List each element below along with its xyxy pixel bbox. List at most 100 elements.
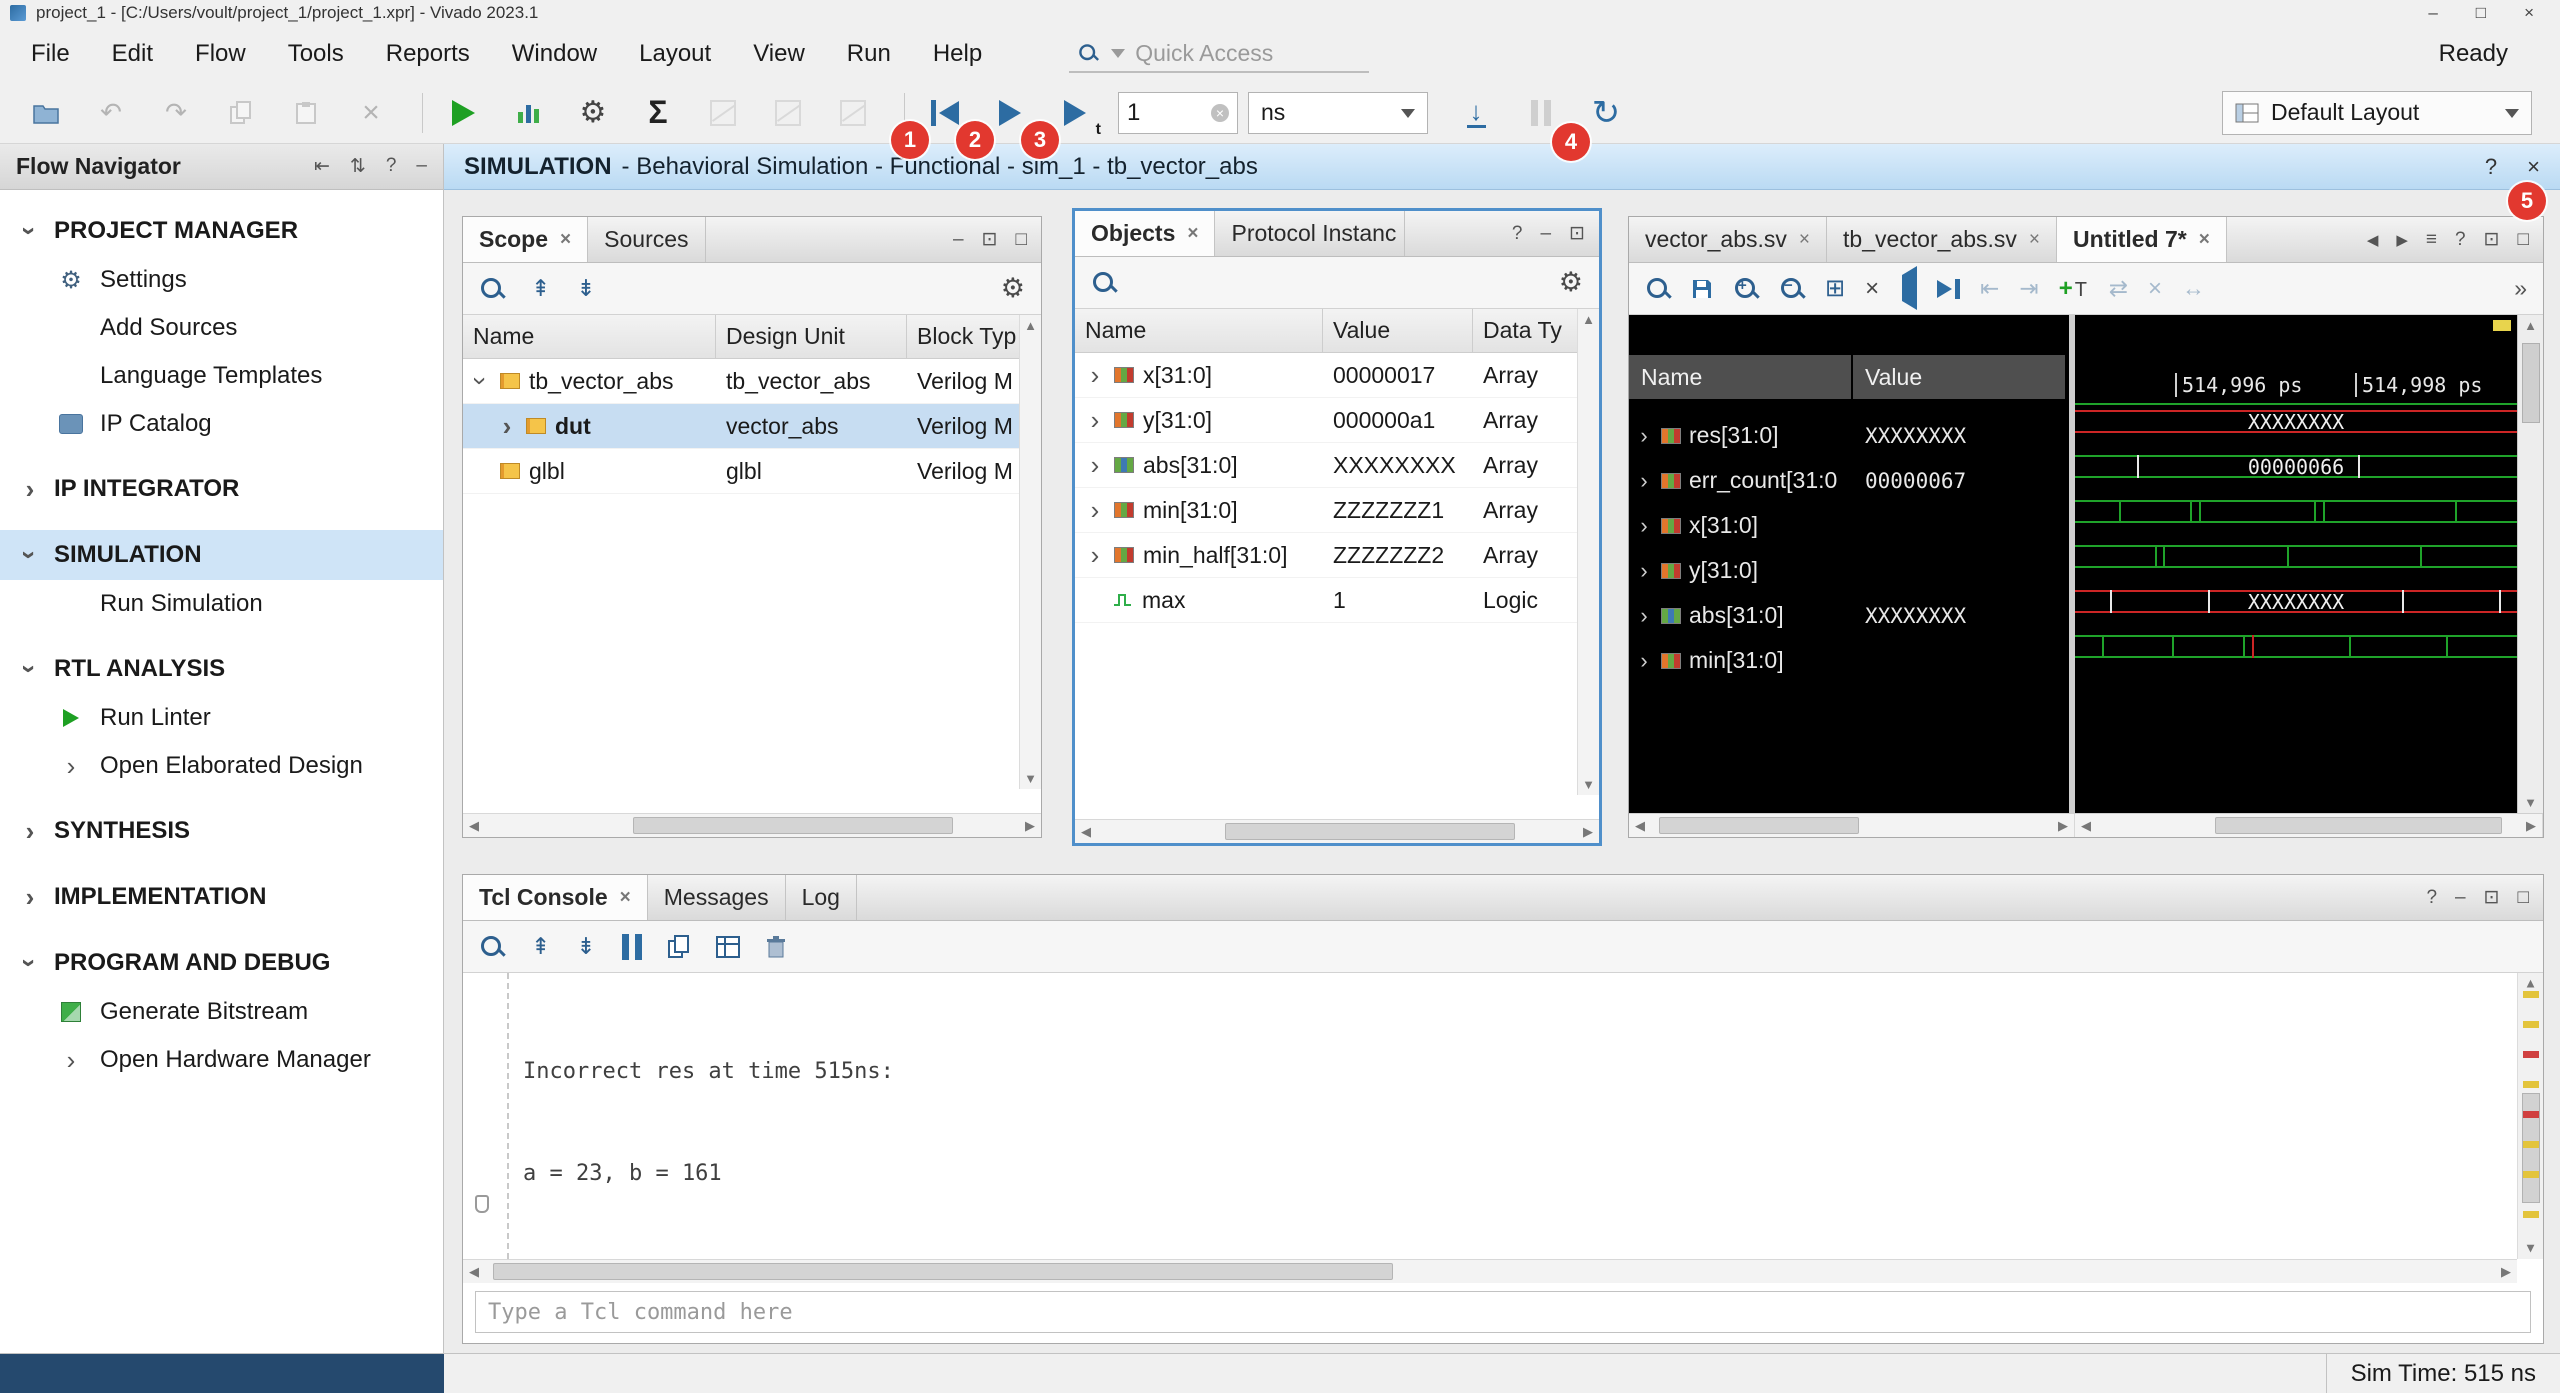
minimize-panel-icon[interactable]: – (1541, 223, 1552, 245)
wave-signal-row[interactable]: ›abs[31:0] XXXXXXXX (1629, 593, 2069, 638)
goto-time-end-icon[interactable] (1937, 279, 1960, 299)
time-unit-select[interactable]: ns (1248, 92, 1428, 134)
table-row[interactable]: › glbl glbl Verilog M (463, 449, 1041, 494)
run-flow-icon[interactable] (441, 91, 485, 135)
expand-all-icon[interactable]: ⇟ (576, 933, 595, 960)
add-marker-icon[interactable]: + (2059, 275, 2089, 303)
sidebar-item-open-elaborated-design[interactable]: › Open Elaborated Design (0, 742, 443, 790)
section-rtl-analysis[interactable]: › RTL ANALYSIS (0, 644, 443, 694)
menu-layout[interactable]: Layout (618, 33, 732, 75)
wave-signal-row[interactable]: ›y[31:0] (1629, 548, 2069, 593)
search-icon[interactable] (479, 934, 505, 960)
zoom-fit-icon[interactable]: ⊞ (1825, 274, 1845, 303)
goto-time-start-icon[interactable] (1899, 275, 1917, 302)
more-tools-icon[interactable]: » (2514, 275, 2527, 302)
menu-flow[interactable]: Flow (174, 33, 267, 75)
wave-column-value[interactable]: Value (1853, 355, 2067, 399)
chevron-right-icon[interactable]: › (1635, 558, 1653, 584)
help-icon[interactable]: ? (2485, 154, 2497, 180)
search-icon[interactable] (1645, 276, 1671, 302)
sidebar-item-run-simulation[interactable]: Run Simulation (0, 580, 443, 628)
marker-flag-icon[interactable] (2493, 320, 2511, 331)
horizontal-scrollbar[interactable]: ◀▶ (2075, 814, 2543, 837)
float-panel-icon[interactable]: ⊡ (1569, 222, 1585, 245)
tab-list-icon[interactable]: ≡ (2426, 229, 2437, 251)
sort-icon[interactable]: ⇅ (350, 155, 366, 178)
menu-reports[interactable]: Reports (365, 33, 491, 75)
table-row[interactable]: max 1 Logic (1075, 578, 1599, 623)
layout-selector[interactable]: Default Layout (2222, 91, 2532, 135)
column-name[interactable]: Name (463, 315, 716, 358)
close-icon[interactable]: × (2029, 229, 2040, 251)
help-icon[interactable]: ? (386, 155, 397, 178)
tab-untitled-7[interactable]: Untitled 7* × (2057, 217, 2227, 262)
wave-signal-row[interactable]: ›res[31:0] XXXXXXXX (1629, 413, 2069, 458)
wave-signal-row[interactable]: ›x[31:0] (1629, 503, 2069, 548)
chevron-right-icon[interactable]: › (1635, 603, 1653, 629)
expand-all-icon[interactable]: ⇟ (576, 275, 595, 302)
table-row[interactable]: ›y[31:0] 000000a1 Array (1075, 398, 1599, 443)
prev-transition-icon[interactable]: ⇤ (1980, 275, 1999, 302)
close-icon[interactable]: × (2199, 229, 2210, 251)
table-row[interactable]: ›abs[31:0] XXXXXXXX Array (1075, 443, 1599, 488)
chevron-right-icon[interactable]: › (1085, 362, 1105, 388)
tab-tcl-console[interactable]: Tcl Console × (463, 875, 648, 920)
minimize-panel-icon[interactable]: – (416, 155, 427, 178)
section-ip-integrator[interactable]: › IP INTEGRATOR (0, 464, 443, 514)
tab-messages[interactable]: Messages (648, 875, 786, 920)
menu-file[interactable]: File (10, 33, 91, 75)
tab-objects[interactable]: Objects × (1075, 211, 1215, 256)
sidebar-item-add-sources[interactable]: Add Sources (0, 304, 443, 352)
tab-tb-vector-abs-sv[interactable]: tb_vector_abs.sv × (1827, 217, 2057, 262)
next-transition-icon[interactable]: ⇥ (2019, 275, 2038, 302)
gear-icon[interactable]: ⚙ (1559, 267, 1583, 298)
table-row[interactable]: › tb_vector_abs tb_vector_abs Verilog M (463, 359, 1041, 404)
run-time-input[interactable] (1127, 99, 1211, 127)
tab-vector-abs-sv[interactable]: vector_abs.sv × (1629, 217, 1827, 262)
section-simulation[interactable]: › SIMULATION (0, 530, 443, 580)
maximize-panel-icon[interactable]: □ (1016, 229, 1027, 251)
tab-log[interactable]: Log (786, 875, 857, 920)
close-icon[interactable]: × (620, 887, 631, 909)
wave-canvas[interactable]: 514,996 ps 514,998 ps XXXXXXXX 00000066 (2069, 315, 2543, 813)
tab-scope[interactable]: Scope × (463, 217, 588, 262)
close-icon[interactable]: × (2527, 154, 2540, 180)
section-synthesis[interactable]: › SYNTHESIS (0, 806, 443, 856)
close-icon[interactable]: × (1799, 229, 1810, 251)
vertical-scrollbar[interactable]: ▲▼ (2517, 315, 2543, 813)
relaunch-simulation-icon[interactable]: ↻ (1584, 91, 1628, 135)
chevron-right-icon[interactable]: › (497, 413, 517, 439)
table-row[interactable]: ›min_half[31:0] ZZZZZZZ2 Array (1075, 533, 1599, 578)
search-icon[interactable] (479, 276, 505, 302)
chevron-right-icon[interactable]: › (1635, 468, 1653, 494)
quick-access-search[interactable]: Quick Access (1069, 36, 1369, 73)
maximize-panel-icon[interactable]: □ (2518, 229, 2529, 251)
tab-protocol-instances[interactable]: Protocol Instanc (1215, 211, 1405, 256)
wave-column-name[interactable]: Name (1629, 355, 1853, 399)
clear-icon[interactable]: × (1211, 104, 1229, 122)
maximize-panel-icon[interactable]: □ (2518, 887, 2529, 909)
section-implementation[interactable]: › IMPLEMENTATION (0, 872, 443, 922)
table-row[interactable]: ›x[31:0] 00000017 Array (1075, 353, 1599, 398)
search-icon[interactable] (1091, 270, 1117, 296)
column-design-unit[interactable]: Design Unit (716, 315, 907, 358)
wave-signal-row[interactable]: ›err_count[31:0 00000067 (1629, 458, 2069, 503)
gear-icon[interactable]: ⚙ (1001, 273, 1025, 304)
sigma-report-icon[interactable]: Σ (636, 91, 680, 135)
tab-prev-icon[interactable]: ◀ (2367, 231, 2379, 249)
chevron-right-icon[interactable]: › (1635, 423, 1653, 449)
help-icon[interactable]: ? (2455, 229, 2466, 251)
sidebar-item-open-hardware-manager[interactable]: › Open Hardware Manager (0, 1036, 443, 1084)
help-icon[interactable]: ? (2426, 887, 2437, 909)
menu-view[interactable]: View (732, 33, 826, 75)
vertical-scrollbar[interactable]: ▲▼ (1577, 309, 1599, 795)
zoom-out-icon[interactable]: − (1779, 276, 1805, 302)
disabled-tool-icon[interactable] (766, 91, 810, 135)
float-panel-icon[interactable]: ⊡ (2484, 886, 2500, 909)
table-row[interactable]: › dut vector_abs Verilog M (463, 404, 1041, 449)
close-icon[interactable]: × (1187, 223, 1198, 245)
minimize-panel-icon[interactable]: – (2455, 887, 2466, 909)
horizontal-scrollbar[interactable]: ◀▶ (1075, 819, 1599, 843)
wave-signal-row[interactable]: ›min[31:0] (1629, 638, 2069, 683)
copy-icon[interactable] (219, 91, 263, 135)
